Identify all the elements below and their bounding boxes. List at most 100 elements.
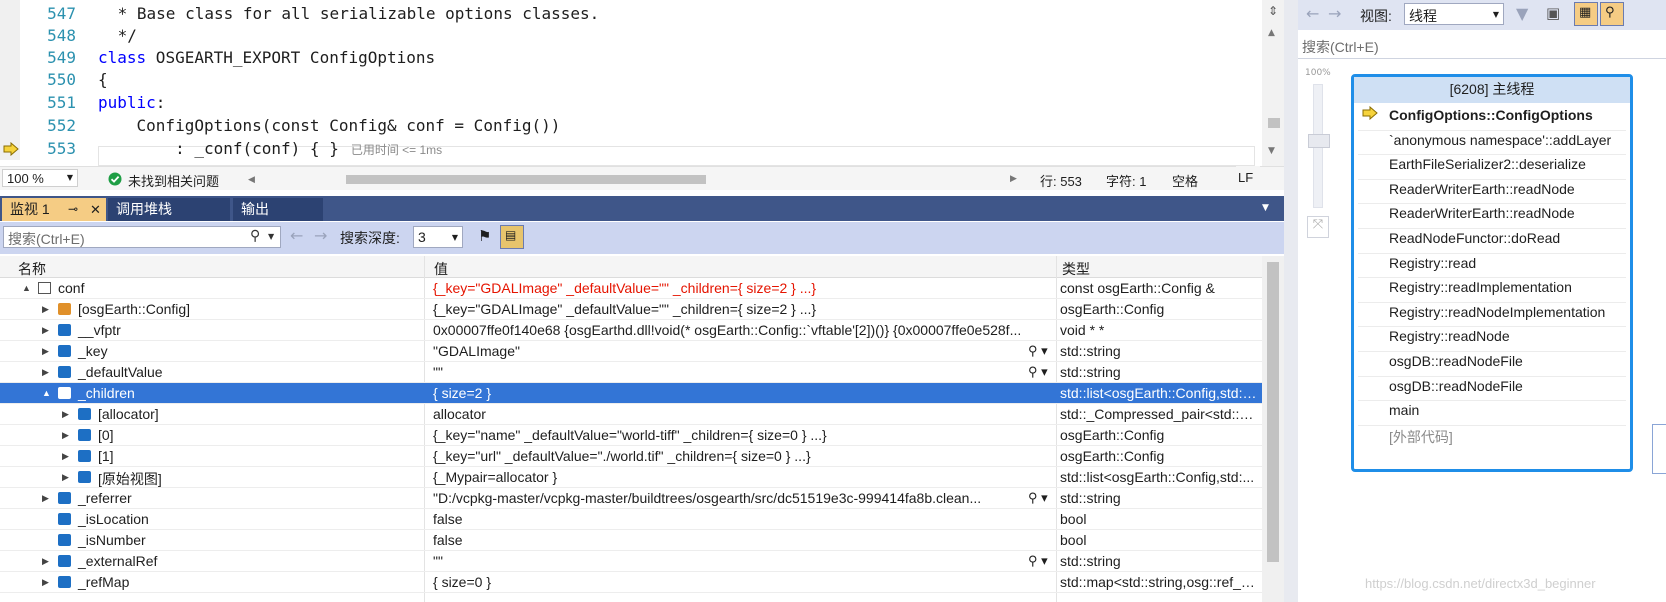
zoom-thumb[interactable] <box>1308 134 1330 148</box>
tab-call-stack[interactable]: 调用堆栈 <box>108 198 230 221</box>
editor-scrollbar[interactable]: ⇕ ▲ ▼ <box>1262 0 1284 166</box>
watch-value[interactable]: {_key="url" _defaultValue="./world.tif" … <box>433 448 1023 464</box>
watch-row[interactable]: ▶ _refMap { size=0 } std::map<std::string,o… <box>0 572 1262 593</box>
stack-frame[interactable]: Registry::read <box>1389 255 1476 271</box>
forward-arrow-icon[interactable]: → <box>1328 4 1341 23</box>
chevron-down-icon[interactable]: ▼ <box>268 232 274 241</box>
issues-status[interactable]: 未找到相关问题 <box>128 171 219 190</box>
watch-search-input[interactable]: 搜索(Ctrl+E) ⚲ ▼ <box>3 226 281 248</box>
watch-name[interactable]: __vfptr <box>78 322 121 338</box>
search-depth-dropdown[interactable]: 3 ▼ <box>413 226 463 248</box>
stack-frame[interactable]: Registry::readImplementation <box>1389 279 1572 295</box>
watch-row[interactable]: ▶ [0] {_key="name" _defaultValue="world-ti… <box>0 425 1262 446</box>
fit-view-icon[interactable]: ⤧ <box>1307 216 1329 238</box>
watch-row[interactable]: ▲ conf {_key="GDALImage" _defaultValue="" … <box>0 278 1262 299</box>
watch-name[interactable]: _defaultValue <box>78 364 163 380</box>
tab-output[interactable]: 输出 <box>233 198 323 221</box>
visualizer-icon[interactable]: ⚲ ▾ <box>1028 364 1048 380</box>
close-icon[interactable]: ✕ <box>90 198 101 221</box>
zoom-toggle[interactable]: ⚲ <box>1600 2 1624 26</box>
horizontal-scroll-thumb[interactable] <box>346 175 706 184</box>
watch-name[interactable]: _referrer <box>78 490 132 506</box>
method-view-toggle[interactable]: ▦ <box>1574 2 1598 26</box>
watch-name[interactable]: _externalRef <box>78 553 157 569</box>
code-line[interactable]: */ <box>108 26 137 45</box>
collapse-icon[interactable]: ▲ <box>42 388 51 398</box>
expand-icon[interactable]: ▶ <box>42 493 49 504</box>
pin-source-icon[interactable]: ⚑ <box>478 227 491 245</box>
scroll-thumb[interactable] <box>1267 262 1279 562</box>
watch-value[interactable]: "GDALImage" <box>433 343 1023 359</box>
search-icon[interactable]: ⚲ <box>250 228 260 244</box>
expand-icon[interactable]: ▶ <box>42 556 49 567</box>
stack-frame[interactable]: osgDB::readNodeFile <box>1389 378 1523 394</box>
watch-row[interactable]: ▶ _defaultValue "" ⚲ ▾ std::string <box>0 362 1262 383</box>
stack-frame[interactable]: ReaderWriterEarth::readNode <box>1389 205 1575 221</box>
forward-arrow-icon[interactable]: → <box>314 226 327 245</box>
thread-stack-box[interactable]: [6208] 主线程 ConfigOptions::ConfigOptions `… <box>1351 74 1633 472</box>
watch-value[interactable]: 0x00007ffe0f140e68 {osgEarthd.dll!void(*… <box>433 322 1023 338</box>
watch-name[interactable]: [1] <box>98 448 114 464</box>
visualizer-icon[interactable]: ⚲ ▾ <box>1028 553 1048 569</box>
watch-name[interactable]: _isNumber <box>78 532 146 548</box>
tab-overflow-icon[interactable]: ▼ <box>1262 203 1269 213</box>
expand-icon[interactable]: ▶ <box>42 325 49 336</box>
zoom-dropdown[interactable]: 100 % ▼ <box>2 169 78 187</box>
watch-row[interactable]: ▶ _referrer "D:/vcpkg-master/vcpkg-master/… <box>0 488 1262 509</box>
watch-name[interactable]: _children <box>78 385 135 401</box>
scroll-up-icon[interactable]: ▲ <box>1268 28 1275 38</box>
parallel-stacks-search[interactable]: 搜索(Ctrl+E) <box>1298 33 1666 59</box>
code-line[interactable]: { <box>98 70 108 89</box>
stack-frame[interactable]: EarthFileSerializer2::deserialize <box>1389 156 1586 172</box>
watch-value[interactable]: "D:/vcpkg-master/vcpkg-master/buildtrees… <box>433 490 1023 506</box>
code-line[interactable]: * Base class for all serializable option… <box>108 4 600 23</box>
watch-value[interactable]: false <box>433 511 1023 527</box>
expand-icon[interactable]: ▶ <box>62 451 69 462</box>
scroll-right-icon[interactable]: ▶ <box>1010 174 1017 184</box>
code-line[interactable]: : _conf(conf) { } 已用时间 <= 1ms <box>98 139 442 158</box>
watch-row[interactable]: ▶ [原始视图] {_Mypair=allocator } std::list<osg… <box>0 467 1262 488</box>
expand-icon[interactable]: ▶ <box>42 346 49 357</box>
expand-icon[interactable]: ▶ <box>62 472 69 483</box>
watch-name[interactable]: _isLocation <box>78 511 149 527</box>
collapse-icon[interactable]: ▲ <box>22 283 31 293</box>
eol-indicator-box[interactable]: LF <box>1236 166 1260 190</box>
split-icon[interactable]: ⇕ <box>1268 4 1278 18</box>
stack-frame[interactable]: `anonymous namespace'::addLayer <box>1389 132 1611 148</box>
watch-row[interactable]: _isNumber false bool <box>0 530 1262 551</box>
watch-row[interactable]: ▶ [osgEarth::Config] {_key="GDALImage" _de… <box>0 299 1262 320</box>
expand-icon[interactable]: ▶ <box>62 430 69 441</box>
visualizer-icon[interactable]: ⚲ ▾ <box>1028 490 1048 506</box>
column-header-name[interactable]: 名称 <box>18 259 46 279</box>
watch-value[interactable]: {_Mypair=allocator } <box>433 469 1023 485</box>
watch-row[interactable]: ▲ _children { size=2 } std::list<osgEarth::… <box>0 383 1262 404</box>
back-arrow-icon[interactable]: ← <box>1306 4 1319 23</box>
watch-value[interactable]: {_key="GDALImage" _defaultValue="" _chil… <box>433 301 1023 317</box>
stack-frame[interactable]: ConfigOptions::ConfigOptions <box>1389 107 1593 123</box>
code-line[interactable]: ConfigOptions(const Config& conf = Confi… <box>98 116 561 135</box>
watch-value[interactable]: {_key="name" _defaultValue="world-tiff" … <box>433 427 1023 443</box>
watch-value[interactable]: false <box>433 532 1023 548</box>
watch-value[interactable]: "" <box>433 553 1023 569</box>
watch-name[interactable]: [allocator] <box>98 406 159 422</box>
watch-name[interactable]: [0] <box>98 427 114 443</box>
scroll-thumb[interactable] <box>1268 118 1280 128</box>
watch-value[interactable]: { size=2 } <box>433 385 1023 401</box>
watch-value[interactable]: {_key="GDALImage" _defaultValue="" _chil… <box>433 280 1023 296</box>
filter-icon[interactable]: ▼ <box>1516 4 1528 23</box>
stack-frame[interactable]: Registry::readNodeImplementation <box>1389 304 1605 320</box>
expand-icon[interactable]: ▶ <box>42 304 49 315</box>
watch-row[interactable]: ▶ [allocator] allocator std::_Compressed_pa… <box>0 404 1262 425</box>
stack-frame[interactable]: osgDB::readNodeFile <box>1389 353 1523 369</box>
view-dropdown[interactable]: 线程 ▼ <box>1404 3 1504 25</box>
stack-frame[interactable]: ReadNodeFunctor::doRead <box>1389 230 1560 246</box>
watch-name[interactable]: conf <box>58 280 84 296</box>
panel-splitter[interactable] <box>1284 0 1298 602</box>
hex-display-toggle[interactable]: ▤ <box>500 225 524 249</box>
expand-icon[interactable]: ▶ <box>42 367 49 378</box>
watch-name[interactable]: [osgEarth::Config] <box>78 301 190 317</box>
column-header-type[interactable]: 类型 <box>1062 259 1090 279</box>
code-line[interactable]: public: <box>98 93 165 112</box>
tab-watch-1[interactable]: 监视 1 ⊸ ✕ <box>2 198 106 221</box>
char-indicator[interactable]: 字符: 1 <box>1106 171 1146 190</box>
